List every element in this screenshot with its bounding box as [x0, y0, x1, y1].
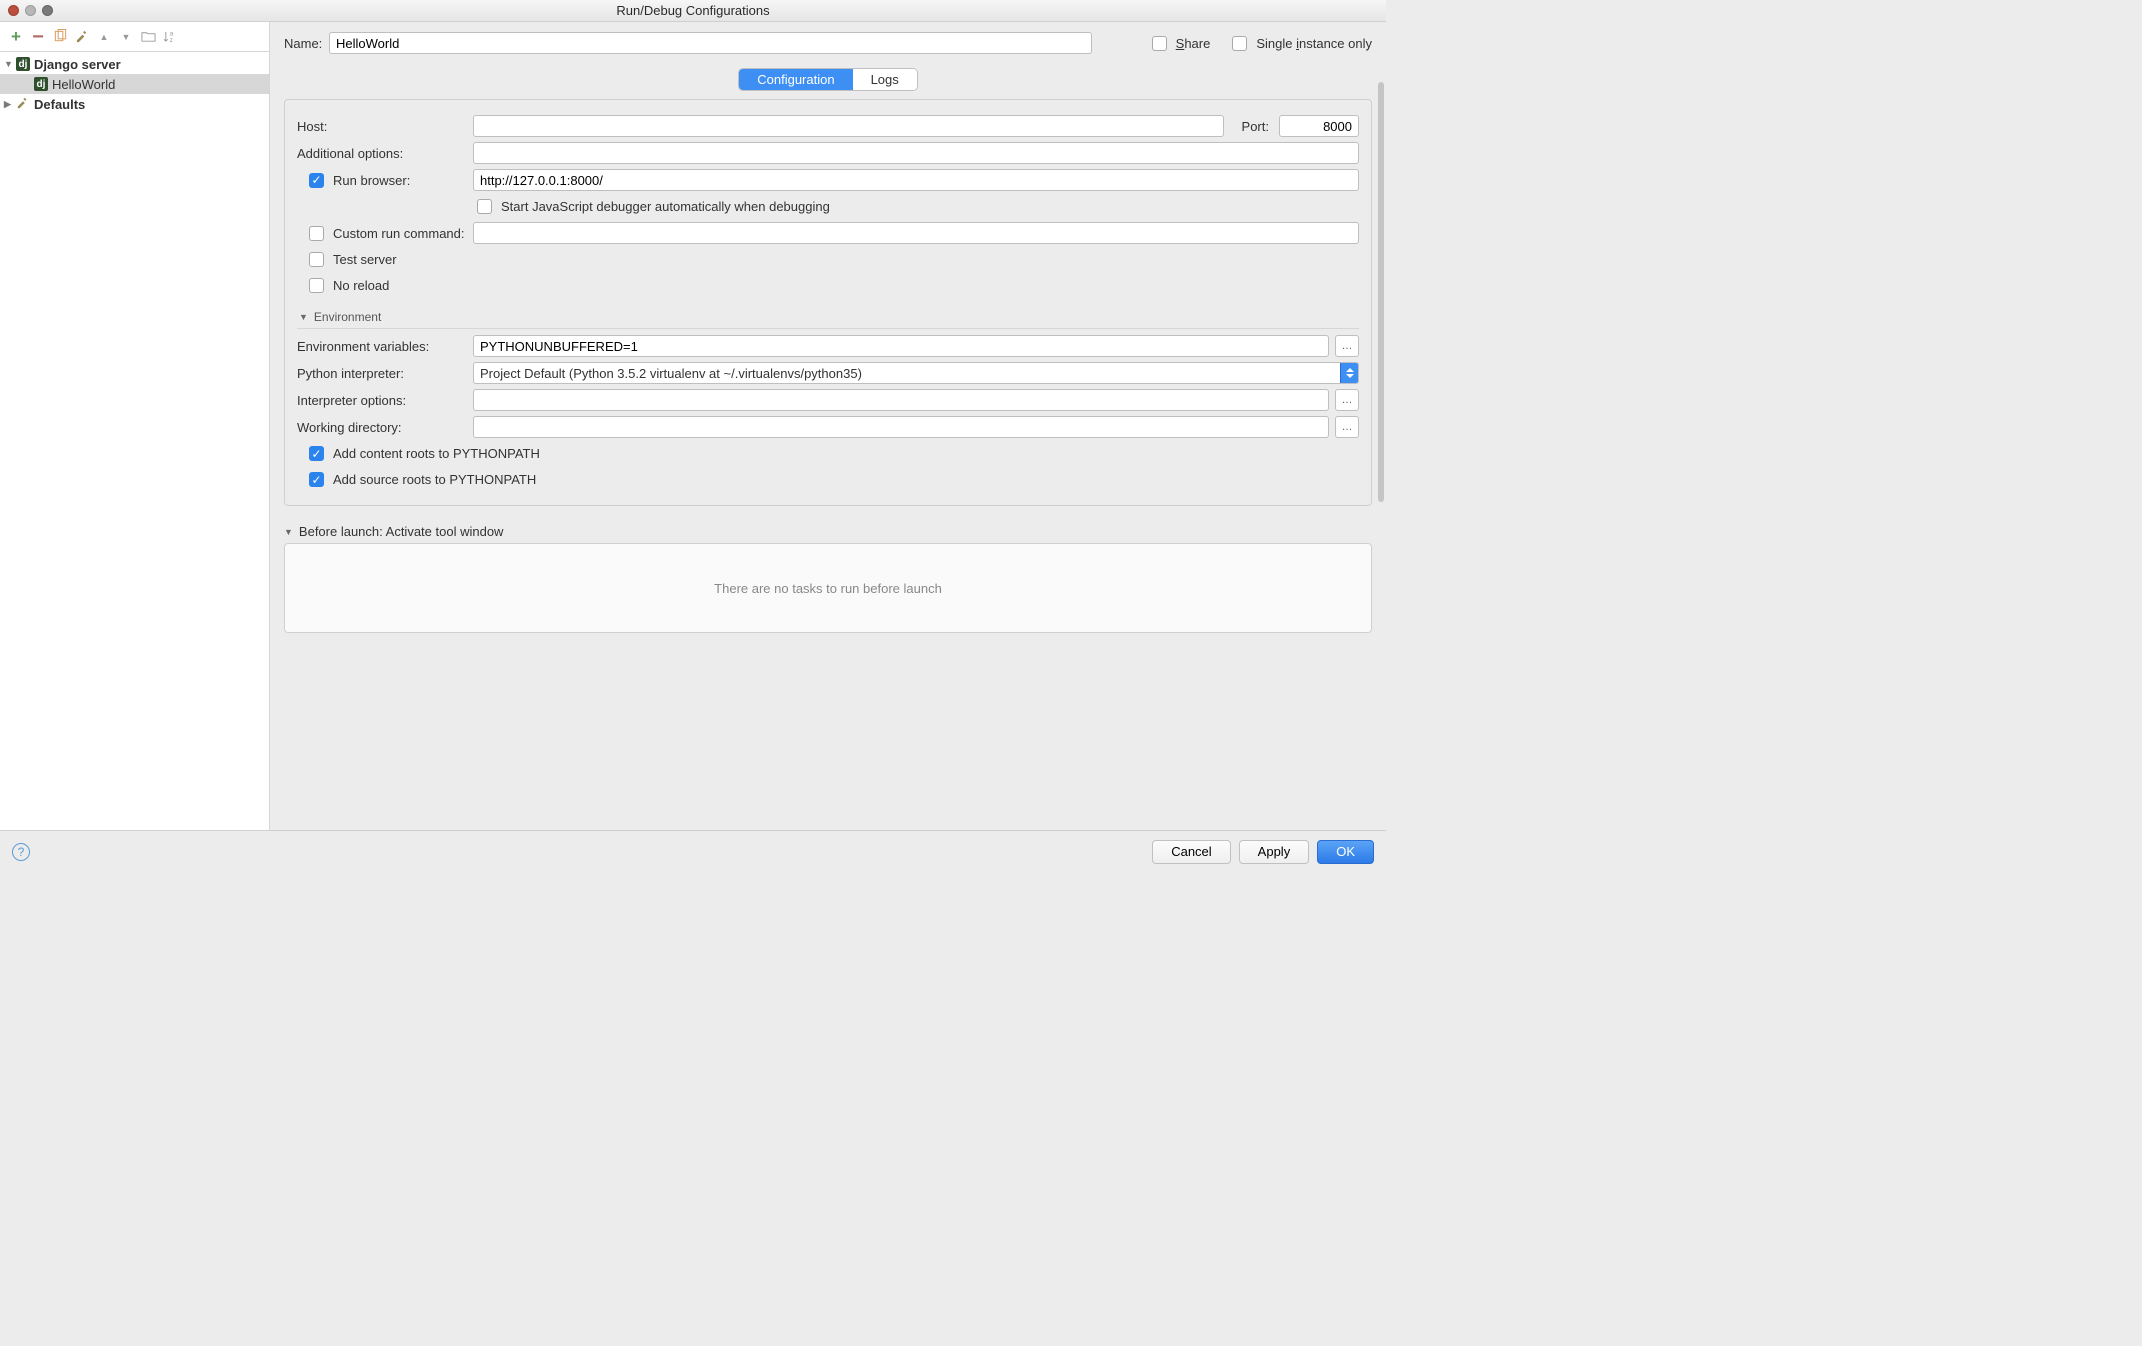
- configuration-panel: Host: Port: Additional options: Run brow…: [284, 99, 1372, 506]
- ok-button[interactable]: OK: [1317, 840, 1374, 864]
- caret-down-icon: ▼: [299, 312, 308, 322]
- name-label: Name:: [284, 36, 329, 51]
- dropdown-icon: [1340, 363, 1358, 383]
- python-interpreter-label: Python interpreter:: [297, 366, 473, 381]
- tree-group-label: Django server: [34, 57, 121, 72]
- working-directory-input[interactable]: [473, 416, 1329, 438]
- run-browser-label: Run browser:: [333, 173, 410, 188]
- sort-button[interactable]: az: [162, 29, 178, 45]
- window-close-button[interactable]: [8, 5, 19, 16]
- before-launch-panel: There are no tasks to run before launch: [284, 543, 1372, 633]
- add-source-roots-checkbox[interactable]: Add source roots to PYTHONPATH: [305, 469, 536, 490]
- configuration-pane: Name: Share Single instance only Configu…: [270, 22, 1386, 830]
- start-js-debugger-label: Start JavaScript debugger automatically …: [501, 199, 830, 214]
- remove-configuration-button[interactable]: −: [30, 29, 46, 45]
- interpreter-options-expand-button[interactable]: …: [1335, 389, 1359, 411]
- port-label: Port:: [1242, 119, 1269, 134]
- caret-down-icon: ▼: [4, 59, 16, 69]
- share-checkbox[interactable]: Share: [1148, 33, 1211, 54]
- tree-group-label: Defaults: [34, 97, 85, 112]
- tree-group-django-server[interactable]: ▼ dj Django server: [0, 54, 269, 74]
- apply-button[interactable]: Apply: [1239, 840, 1310, 864]
- add-content-roots-checkbox[interactable]: Add content roots to PYTHONPATH: [305, 443, 540, 464]
- port-input[interactable]: [1279, 115, 1359, 137]
- additional-options-input[interactable]: [473, 142, 1359, 164]
- single-instance-checkbox[interactable]: Single instance only: [1228, 33, 1372, 54]
- test-server-checkbox[interactable]: Test server: [305, 249, 397, 270]
- help-button[interactable]: ?: [12, 843, 30, 861]
- vertical-scrollbar[interactable]: [1378, 82, 1384, 502]
- django-icon: dj: [34, 77, 48, 91]
- add-content-roots-label: Add content roots to PYTHONPATH: [333, 446, 540, 461]
- svg-text:z: z: [169, 37, 172, 44]
- working-directory-browse-button[interactable]: …: [1335, 416, 1359, 438]
- start-js-debugger-checkbox[interactable]: Start JavaScript debugger automatically …: [473, 196, 830, 217]
- copy-configuration-button[interactable]: [52, 29, 68, 45]
- env-vars-input[interactable]: [473, 335, 1329, 357]
- host-label: Host:: [297, 119, 473, 134]
- host-input[interactable]: [473, 115, 1224, 137]
- move-up-button[interactable]: ▲: [96, 29, 112, 45]
- window-title: Run/Debug Configurations: [0, 3, 1386, 18]
- before-launch-label: Before launch: Activate tool window: [299, 524, 504, 539]
- custom-run-command-input[interactable]: [473, 222, 1359, 244]
- share-label-rest: hare: [1184, 36, 1210, 51]
- run-browser-url-input[interactable]: [473, 169, 1359, 191]
- before-launch-empty-text: There are no tasks to run before launch: [714, 581, 942, 596]
- before-launch-header[interactable]: ▼ Before launch: Activate tool window: [284, 524, 1372, 539]
- edit-defaults-button[interactable]: [74, 29, 90, 45]
- django-icon: dj: [16, 57, 30, 71]
- tab-logs[interactable]: Logs: [853, 69, 917, 90]
- custom-run-command-checkbox[interactable]: Custom run command:: [305, 223, 465, 244]
- additional-options-label: Additional options:: [297, 146, 473, 161]
- folder-button[interactable]: [140, 29, 156, 45]
- dialog-footer: ? Cancel Apply OK: [0, 830, 1386, 872]
- tree-item-helloworld[interactable]: dj HelloWorld: [0, 74, 269, 94]
- env-vars-label: Environment variables:: [297, 339, 473, 354]
- tree-group-defaults[interactable]: ▶ Defaults: [0, 94, 269, 114]
- titlebar: Run/Debug Configurations: [0, 0, 1386, 22]
- caret-right-icon: ▶: [4, 99, 16, 110]
- move-down-button[interactable]: ▼: [118, 29, 134, 45]
- custom-run-command-label: Custom run command:: [333, 226, 465, 241]
- configurations-sidebar: + − ▲ ▼ az ▼ dj Django server: [0, 22, 270, 830]
- sidebar-toolbar: + − ▲ ▼ az: [0, 22, 269, 52]
- interpreter-options-label: Interpreter options:: [297, 393, 473, 408]
- configurations-tree[interactable]: ▼ dj Django server dj HelloWorld ▶ Defau…: [0, 52, 269, 830]
- python-interpreter-value: Project Default (Python 3.5.2 virtualenv…: [480, 366, 862, 381]
- wrench-icon: [16, 96, 34, 113]
- tab-configuration[interactable]: Configuration: [739, 69, 852, 90]
- window-zoom-button[interactable]: [42, 5, 53, 16]
- caret-down-icon: ▼: [284, 527, 293, 537]
- no-reload-checkbox[interactable]: No reload: [305, 275, 389, 296]
- window-minimize-button[interactable]: [25, 5, 36, 16]
- cancel-button[interactable]: Cancel: [1152, 840, 1230, 864]
- python-interpreter-select[interactable]: Project Default (Python 3.5.2 virtualenv…: [473, 362, 1359, 384]
- environment-section-label: Environment: [314, 310, 381, 324]
- environment-section-header[interactable]: ▼ Environment: [297, 310, 1359, 329]
- interpreter-options-input[interactable]: [473, 389, 1329, 411]
- name-input[interactable]: [329, 32, 1092, 54]
- run-browser-checkbox[interactable]: Run browser:: [305, 170, 410, 191]
- tree-item-label: HelloWorld: [52, 77, 115, 92]
- no-reload-label: No reload: [333, 278, 389, 293]
- add-source-roots-label: Add source roots to PYTHONPATH: [333, 472, 536, 487]
- add-configuration-button[interactable]: +: [8, 29, 24, 45]
- working-directory-label: Working directory:: [297, 420, 473, 435]
- test-server-label: Test server: [333, 252, 397, 267]
- env-vars-browse-button[interactable]: …: [1335, 335, 1359, 357]
- tab-strip: Configuration Logs: [738, 68, 918, 91]
